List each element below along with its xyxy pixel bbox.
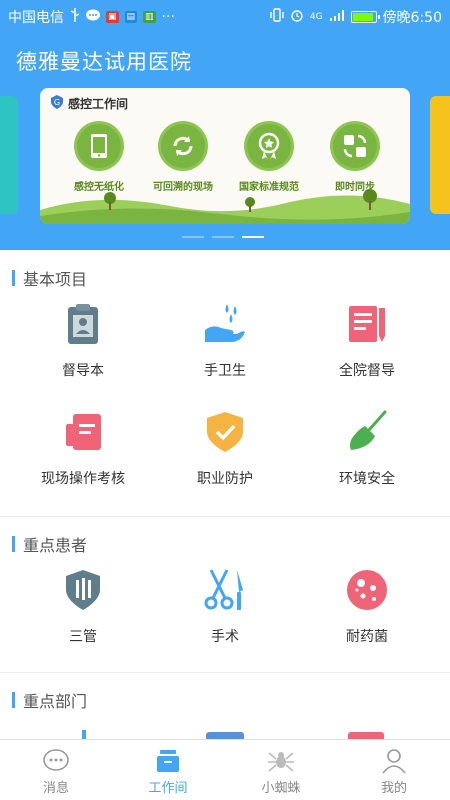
grid-label: 手卫生 [204,363,246,379]
grid-item-hand-hygiene[interactable]: 手卫生 [150,302,300,380]
grid-label: 三管 [69,629,97,645]
nav-item-spider[interactable]: 小蜘蛛 [225,740,337,800]
usb-icon [70,8,80,26]
battery-icon [350,11,380,23]
svg-text:G: G [54,98,60,107]
vibrate-icon [270,8,284,26]
nav-item-me[interactable]: 我的 [338,740,450,800]
sync-icon [333,124,377,168]
clipboard-user-icon [61,302,105,346]
grid-item-three-tubes[interactable]: 三管 [8,568,158,646]
refresh-icon [161,124,205,168]
grid-label: 手术 [211,629,239,645]
section-title-text: 基本项目 [23,270,88,289]
status-bar-right: 4G 傍晚6:50 [270,7,442,27]
notebook-icon [61,410,105,454]
section-title-basic: 基本项目 [12,266,87,290]
bacteria-icon [345,568,389,612]
section-title-patients: 重点患者 [12,532,87,556]
section-accent-bar [12,692,15,708]
department-icon-peek [348,732,384,739]
grid-label: 现场操作考核 [41,471,125,487]
nav-item-messages[interactable]: 消息 [0,740,112,800]
signal-icon [329,9,345,26]
department-icon-peek [82,730,86,739]
more-icon: ··· [161,9,175,25]
user-icon [380,747,408,775]
banner-logo-text: 感控工作间 [68,97,129,111]
tubes-shield-icon [61,568,105,612]
shield-check-icon [203,410,247,454]
app-icon: ▣ [106,11,119,23]
grid-label: 职业防护 [197,471,253,487]
section-title-text: 重点部门 [23,692,88,711]
carousel-dot[interactable] [182,236,204,238]
banner-prev-slide[interactable] [0,96,18,214]
grid-item-occupational-protection[interactable]: 职业防护 [150,410,300,488]
carousel-dot-active[interactable] [242,236,264,238]
pay-icon: ▤ [124,11,138,23]
chat-icon [86,9,100,26]
banner-feature-standards: 国家标准规范 [224,124,314,193]
network-label: 4G [309,12,323,22]
banner-logo: G 感控工作间 [50,94,128,113]
grid-item-hospital-supervision[interactable]: 全院督导 [292,302,442,380]
phone-icon [77,124,121,168]
clock-label: 傍晚6:50 [382,10,442,26]
broom-icon [345,410,389,454]
section-divider [0,672,450,673]
banner-feature-paperless: 感控无纸化 [54,124,144,193]
bottom-nav: 消息 工作间 小蜘蛛 我的 [0,739,450,800]
grid-item-supervision-book[interactable]: 督导本 [8,302,158,380]
spider-icon [267,747,295,775]
status-bar-left: 中国电信 ▣ ▤ ▥ ··· [8,7,175,27]
grid-label: 督导本 [62,363,104,379]
section-accent-bar [12,270,15,286]
banner-feature-traceable: 可回溯的现场 [138,124,228,193]
carrier-label: 中国电信 [8,10,64,26]
section-divider [0,516,450,517]
grid-label: 环境安全 [339,471,395,487]
banner-feature-sync: 即时同步 [310,124,400,193]
section-accent-bar [12,536,15,552]
nav-label: 消息 [42,781,69,796]
carousel-indicator [182,236,264,238]
hills-decoration [40,189,410,224]
nav-item-workspace[interactable]: 工作间 [112,740,224,800]
banner-next-slide[interactable] [430,96,450,214]
grid-label: 耐药菌 [346,629,388,645]
message-icon: ▥ [143,11,156,23]
header: 德雅曼达试用医院 G 感控工作间 感控无纸化 可回溯的现场 国家标准规范 即时同… [0,32,450,250]
grid-label: 全院督导 [339,363,395,379]
status-bar: 中国电信 ▣ ▤ ▥ ··· 4G 傍晚6:50 [0,0,450,32]
document-pen-icon [345,302,389,346]
hospital-title: 德雅曼达试用医院 [16,50,192,74]
alarm-icon [290,8,304,26]
banner-carousel[interactable]: G 感控工作间 感控无纸化 可回溯的现场 国家标准规范 即时同步 [40,88,410,224]
grid-item-surgery[interactable]: 手术 [150,568,300,646]
section-title-departments: 重点部门 [12,688,87,712]
scissors-scalpel-icon [203,568,247,612]
department-icon-peek [206,732,244,739]
workspace-icon [154,747,182,775]
chat-bubble-icon [42,747,70,775]
section-title-text: 重点患者 [23,536,88,555]
nav-label: 工作间 [148,781,188,796]
logo-icon: G [50,94,64,113]
grid-item-environmental-safety[interactable]: 环境安全 [292,410,442,488]
grid-item-onsite-assessment[interactable]: 现场操作考核 [8,410,158,488]
hand-water-icon [203,302,247,346]
grid-item-resistant-bacteria[interactable]: 耐药菌 [292,568,442,646]
medal-icon [247,124,291,168]
nav-label: 小蜘蛛 [261,781,301,796]
carousel-dot[interactable] [212,236,234,238]
nav-label: 我的 [380,781,407,796]
